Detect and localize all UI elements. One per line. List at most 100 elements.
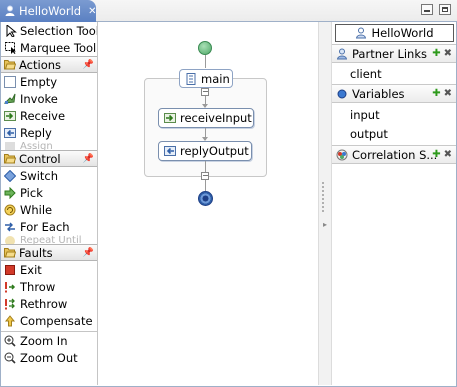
palette-item-label: While xyxy=(20,202,53,217)
zoom-in-icon xyxy=(4,335,16,347)
add-icon[interactable]: ✚ xyxy=(432,88,440,99)
palette-item-invoke[interactable]: Invoke xyxy=(1,90,97,107)
faults-drawer[interactable]: Faults 📌 xyxy=(1,244,97,261)
invoke-icon xyxy=(4,93,16,105)
folder-open-icon xyxy=(4,247,16,259)
palette-item-label: Receive xyxy=(20,108,66,123)
collapse-toggle-icon[interactable]: − xyxy=(201,172,209,180)
activity-label: replyOutput xyxy=(180,144,249,158)
panel-sash[interactable]: ▸ xyxy=(318,22,332,385)
palette-item-while[interactable]: While xyxy=(1,201,97,218)
reply-icon xyxy=(4,127,16,139)
pin-icon[interactable]: 📌 xyxy=(83,60,94,70)
pin-icon[interactable]: 📌 xyxy=(83,154,94,164)
activity-receive-input[interactable]: receiveInput xyxy=(158,108,254,128)
variables-section[interactable]: Variables ✚ ✖ xyxy=(332,84,456,103)
palette-item-reply[interactable]: Reply xyxy=(1,124,97,141)
maximize-button[interactable] xyxy=(439,4,451,15)
palette-item-throw[interactable]: Throw xyxy=(1,278,97,295)
palette-item-assign[interactable]: Assign xyxy=(1,141,97,150)
reply-icon xyxy=(164,145,176,157)
collapse-toggle-icon[interactable]: − xyxy=(201,88,209,96)
throw-icon xyxy=(4,281,16,293)
partner-links-section[interactable]: Partner Links ✚ ✖ xyxy=(332,44,456,63)
sequence-label: main xyxy=(201,71,230,86)
actions-drawer[interactable]: Actions 📌 xyxy=(1,56,97,73)
palette-item-compensate[interactable]: Compensate xyxy=(1,312,97,329)
window-controls xyxy=(421,4,451,15)
palette-item-label: Repeat Until xyxy=(20,235,82,244)
partner-link-item[interactable]: client xyxy=(350,64,382,83)
faults-drawer-label: Faults xyxy=(19,245,53,260)
palette-item-label: Rethrow xyxy=(20,296,68,311)
palette-item-exit[interactable]: Exit xyxy=(1,261,97,278)
palette: Selection Tool Marquee Tool Actions 📌 Em… xyxy=(1,22,98,385)
marquee-tool[interactable]: Marquee Tool xyxy=(1,39,97,56)
activity-reply-output[interactable]: replyOutput xyxy=(158,141,252,161)
palette-item-label: Zoom Out xyxy=(20,350,78,365)
palette-item-pick[interactable]: Pick xyxy=(1,184,97,201)
selection-tool[interactable]: Selection Tool xyxy=(1,22,97,39)
pin-icon[interactable]: 📌 xyxy=(83,248,94,258)
variable-label: output xyxy=(350,126,388,141)
variable-item[interactable]: input xyxy=(350,105,380,124)
editor-tab-title: HelloWorld xyxy=(19,4,82,18)
for-each-icon xyxy=(4,221,16,233)
control-drawer[interactable]: Control 📌 xyxy=(1,150,97,167)
exit-icon xyxy=(4,264,16,276)
correlation-sets-section[interactable]: Correlation S... ✚ ✖ xyxy=(332,145,456,164)
editor-tab[interactable]: HelloWorld ✕ xyxy=(0,0,97,22)
arrow-cursor-icon xyxy=(5,24,17,37)
palette-item-for-each[interactable]: For Each xyxy=(1,218,97,235)
palette-item-zoom-in[interactable]: Zoom In xyxy=(1,332,97,349)
delete-icon[interactable]: ✖ xyxy=(444,88,452,99)
process-icon xyxy=(4,5,16,17)
section-title: Correlation S... xyxy=(352,147,438,162)
variable-item[interactable]: output xyxy=(350,124,388,143)
marquee-tool-label: Marquee Tool xyxy=(20,40,97,55)
delete-icon[interactable]: ✖ xyxy=(444,149,452,160)
receive-icon xyxy=(4,110,16,122)
variable-icon xyxy=(336,88,348,100)
compensate-icon xyxy=(4,314,16,327)
selection-tool-label: Selection Tool xyxy=(20,23,98,38)
marquee-icon xyxy=(5,41,17,54)
palette-item-rethrow[interactable]: Rethrow xyxy=(1,295,97,312)
add-icon[interactable]: ✚ xyxy=(432,149,440,160)
sequence-main[interactable]: main xyxy=(179,69,233,88)
partner-link-icon xyxy=(336,48,348,60)
actions-drawer-label: Actions xyxy=(19,57,62,72)
variable-label: input xyxy=(350,107,380,122)
connector xyxy=(205,55,206,68)
close-tab-icon[interactable]: ✕ xyxy=(88,6,96,17)
palette-item-repeat-until[interactable]: Repeat Until xyxy=(1,235,97,244)
palette-item-empty[interactable]: Empty xyxy=(1,73,97,90)
delete-icon[interactable]: ✖ xyxy=(444,48,452,59)
palette-item-label: Empty xyxy=(20,74,58,89)
process-icon xyxy=(355,27,367,39)
minimize-button[interactable] xyxy=(421,4,433,15)
zoom-out-icon xyxy=(4,352,16,364)
rethrow-icon xyxy=(4,298,16,310)
pick-icon xyxy=(4,186,16,199)
empty-icon xyxy=(4,75,16,88)
while-icon xyxy=(4,204,16,216)
switch-icon xyxy=(4,169,16,182)
expand-arrow-icon[interactable]: ▸ xyxy=(323,220,327,229)
palette-item-label: Switch xyxy=(20,168,59,183)
assign-icon xyxy=(4,141,16,150)
process-header[interactable]: HelloWorld xyxy=(335,24,454,42)
start-node[interactable] xyxy=(198,41,212,55)
palette-item-receive[interactable]: Receive xyxy=(1,107,97,124)
palette-item-label: Compensate xyxy=(20,313,93,328)
palette-item-label: Zoom In xyxy=(20,333,68,348)
folder-open-icon xyxy=(4,59,16,71)
add-icon[interactable]: ✚ xyxy=(432,48,440,59)
section-title: Variables xyxy=(352,86,405,101)
correlation-set-icon xyxy=(336,149,348,161)
palette-item-switch[interactable]: Switch xyxy=(1,167,97,184)
end-node[interactable] xyxy=(198,191,213,206)
palette-item-zoom-out[interactable]: Zoom Out xyxy=(1,349,97,366)
process-name: HelloWorld xyxy=(371,26,434,40)
section-title: Partner Links xyxy=(352,46,427,61)
